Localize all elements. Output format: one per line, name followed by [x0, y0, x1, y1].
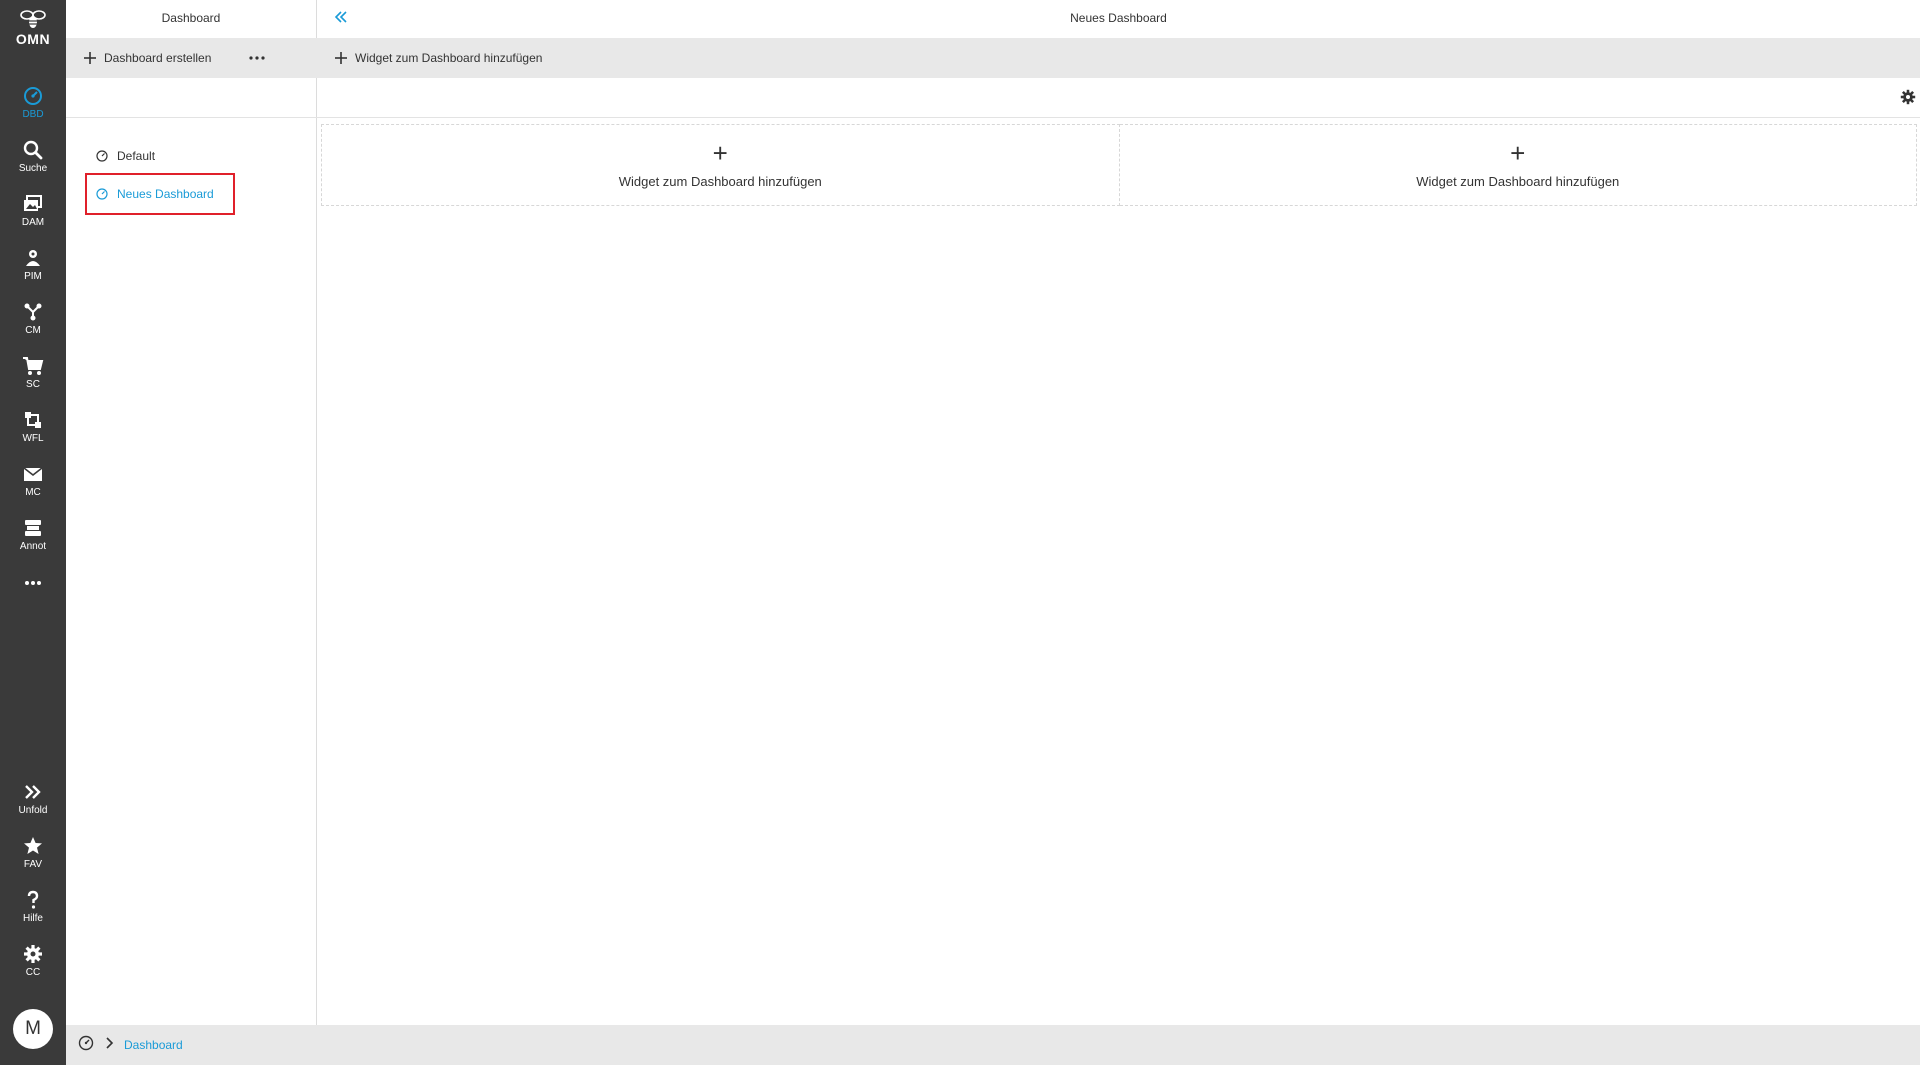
- rail-item-hilfe[interactable]: Hilfe: [0, 890, 66, 942]
- rail-item-dbd[interactable]: DBD: [0, 86, 66, 138]
- more-icon: [249, 56, 265, 60]
- panel-more-button[interactable]: [249, 38, 273, 78]
- main-rail: OMN DBD Suche DAM PIM CM SC WFL MC Annot…: [0, 0, 66, 1065]
- dashboard-gauge-icon[interactable]: [78, 1035, 94, 1056]
- dashboard-item-label: Default: [117, 149, 156, 163]
- widget-slot-label: Widget zum Dashboard hinzufügen: [1416, 173, 1620, 189]
- plus-icon: +: [1510, 137, 1526, 168]
- rail-item-unfold[interactable]: Unfold: [0, 782, 66, 834]
- main-header: Neues Dashboard: [317, 0, 1920, 38]
- gear-icon: [1900, 89, 1916, 105]
- images-icon: [24, 195, 42, 211]
- avatar[interactable]: M: [13, 1009, 53, 1049]
- plus-icon: [84, 52, 96, 64]
- chevron-right-icon: [106, 1036, 114, 1054]
- rail-item-label: Hilfe: [22, 913, 43, 924]
- add-widget-label: Widget zum Dashboard hinzufügen: [355, 51, 543, 65]
- rail-item-label: DAM: [21, 217, 45, 228]
- page-title: Neues Dashboard: [1070, 11, 1167, 25]
- widget-slot-label: Widget zum Dashboard hinzufügen: [618, 173, 822, 189]
- main-subbar: [317, 78, 1920, 118]
- rail-item-label: CC: [25, 967, 41, 978]
- dashboard-item-label: Neues Dashboard: [117, 187, 214, 201]
- dashboard-gauge-icon: [96, 188, 108, 200]
- cart-icon: [23, 357, 44, 375]
- rail-item-suche[interactable]: Suche: [0, 140, 66, 192]
- widget-slot-add[interactable]: + Widget zum Dashboard hinzufügen: [1119, 124, 1917, 206]
- breadcrumb-bar: Dashboard: [66, 1025, 1920, 1065]
- rail-item-fav[interactable]: FAV: [0, 836, 66, 888]
- plus-icon: [335, 52, 347, 64]
- panel-subbar: [66, 78, 317, 118]
- rail-item-label: Unfold: [18, 805, 48, 816]
- widget-grid: + Widget zum Dashboard hinzufügen + Widg…: [321, 124, 1917, 206]
- rail-item-label: PIM: [24, 271, 42, 282]
- double-chevron-left-icon: [334, 11, 347, 23]
- widget-slot-add[interactable]: + Widget zum Dashboard hinzufügen: [321, 124, 1120, 206]
- add-widget-button[interactable]: Widget zum Dashboard hinzufügen: [335, 38, 542, 78]
- rail-item-label: WFL: [22, 433, 44, 444]
- logo-text: OMN: [15, 31, 51, 47]
- main-toolbar: Widget zum Dashboard hinzufügen: [317, 38, 1920, 78]
- rail-item-label: SC: [26, 379, 40, 390]
- more-icon: [25, 581, 41, 585]
- collapse-panel-button[interactable]: [333, 9, 349, 30]
- rail-item-wfl[interactable]: WFL: [0, 410, 66, 462]
- gear-icon: [24, 945, 42, 963]
- app-logo[interactable]: OMN: [0, 8, 66, 47]
- rail-item-pim[interactable]: PIM: [0, 248, 66, 300]
- rail-item-mc[interactable]: MC: [0, 464, 66, 516]
- plus-icon: +: [712, 137, 728, 168]
- product-icon: [26, 250, 40, 266]
- rail-item-label: CM: [25, 325, 41, 336]
- question-icon: [27, 890, 39, 909]
- rail-more-button[interactable]: [0, 580, 66, 600]
- bee-icon: [20, 10, 46, 28]
- rail-item-cm[interactable]: CM: [0, 302, 66, 354]
- dashboard-gauge-icon: [24, 87, 42, 105]
- rail-item-label: FAV: [23, 859, 43, 870]
- dashboard-main: Neues Dashboard Widget zum Dashboard hin…: [317, 0, 1920, 1025]
- breadcrumb-link[interactable]: Dashboard: [124, 1038, 183, 1052]
- workflow-icon: [25, 412, 41, 428]
- rail-item-label: DBD: [22, 109, 44, 120]
- network-icon: [24, 303, 42, 321]
- create-dashboard-button[interactable]: Dashboard erstellen: [84, 38, 211, 78]
- rail-item-label: Annot: [19, 541, 47, 552]
- dashboard-gauge-icon: [96, 150, 108, 162]
- rail-item-dam[interactable]: DAM: [0, 194, 66, 246]
- envelope-icon: [23, 467, 43, 481]
- dashboard-item-neues-dashboard[interactable]: Neues Dashboard: [96, 184, 214, 204]
- rail-item-label: MC: [25, 487, 41, 498]
- annotation-icon: [25, 520, 41, 536]
- rail-item-sc[interactable]: SC: [0, 356, 66, 408]
- rail-item-label: Suche: [18, 163, 48, 174]
- rail-item-annot[interactable]: Annot: [0, 518, 66, 570]
- rail-item-cc[interactable]: CC: [0, 944, 66, 996]
- star-icon: [24, 837, 42, 854]
- panel-title: Dashboard: [161, 11, 221, 25]
- create-dashboard-label: Dashboard erstellen: [104, 51, 212, 65]
- panel-toolbar: Dashboard erstellen: [66, 38, 317, 78]
- dashboard-item-default[interactable]: Default: [96, 146, 155, 166]
- double-chevron-right-icon: [25, 785, 41, 799]
- dashboard-list-panel: Dashboard Dashboard erstellen Default Ne…: [66, 0, 317, 1025]
- search-icon: [23, 140, 43, 160]
- dashboard-settings-button[interactable]: [1900, 89, 1916, 110]
